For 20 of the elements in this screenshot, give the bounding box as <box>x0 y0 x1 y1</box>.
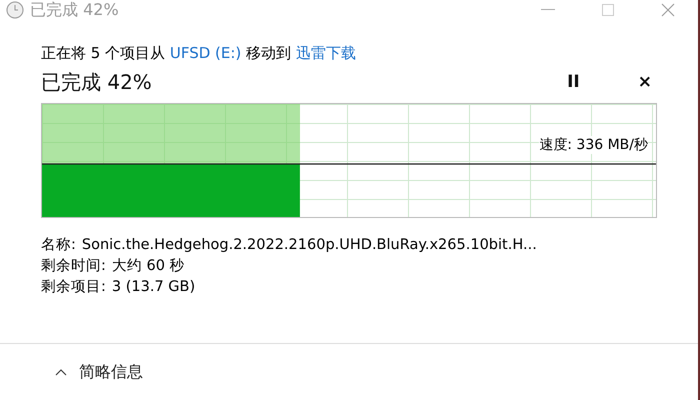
maximize-icon[interactable] <box>602 4 614 16</box>
pause-button[interactable]: II <box>561 72 586 92</box>
close-icon[interactable] <box>661 3 675 17</box>
detail-label: 名称: <box>41 236 76 255</box>
chevron-up-icon[interactable] <box>55 368 67 376</box>
minimize-icon[interactable] <box>541 9 555 11</box>
speed-label: 速度: 336 MB/秒 <box>539 136 648 154</box>
location-link[interactable]: 迅雷下载 <box>296 44 356 62</box>
detail-value: Sonic.the.Hedgehog.2.2022.2160p.UHD.BluRay.x265.10bit.H... <box>82 236 537 255</box>
cancel-button[interactable]: × <box>632 72 658 92</box>
detail-label: 剩余项目: <box>41 278 106 297</box>
location-link[interactable]: UFSD (E:) <box>170 44 242 62</box>
clock-icon <box>6 1 24 19</box>
detail-label: 剩余时间: <box>41 256 106 276</box>
window-title: 已完成 42% <box>30 0 119 20</box>
progress-status: 已完成 42% <box>41 68 152 96</box>
move-description: 正在将 5 个项目从 UFSD (E:) 移动到 迅雷下载 <box>41 44 357 63</box>
detail-value: 3 (13.7 GB) <box>112 278 196 297</box>
details-toggle[interactable]: 简略信息 <box>79 362 143 382</box>
detail-value: 大约 60 秒 <box>112 256 185 276</box>
